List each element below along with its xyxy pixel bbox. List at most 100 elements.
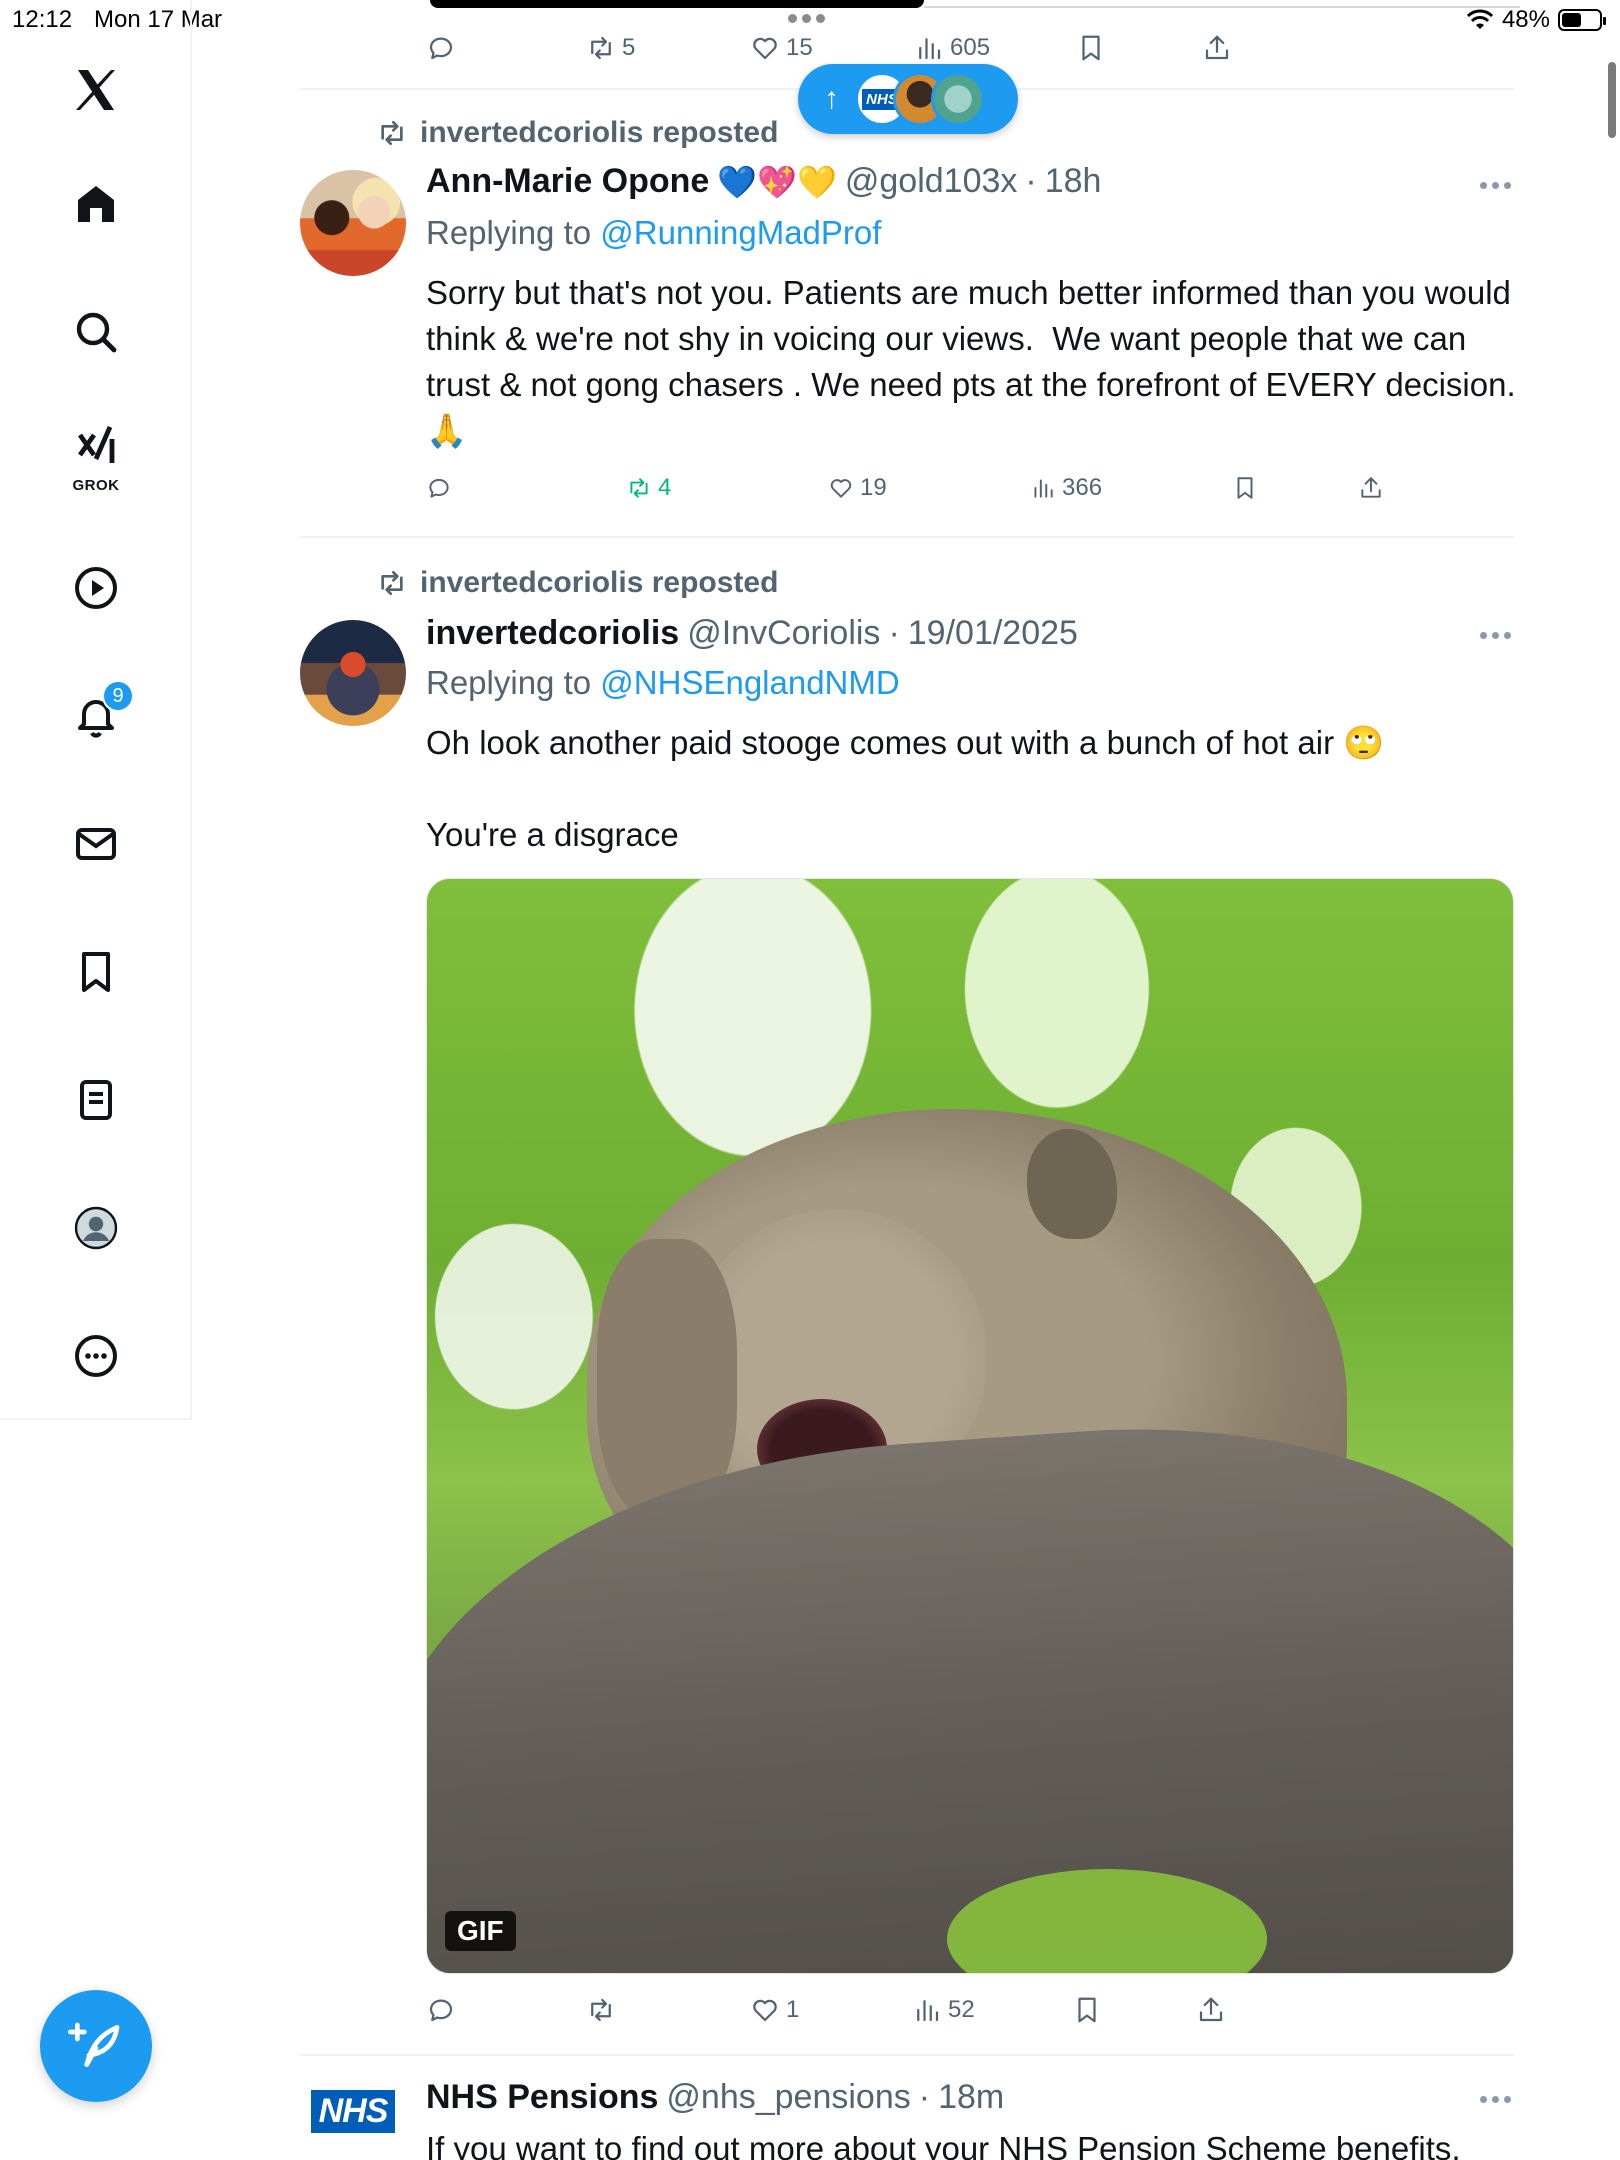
bookmark-button[interactable] — [1072, 1995, 1102, 2025]
home-icon[interactable] — [66, 174, 126, 234]
author-handle[interactable]: @gold103x — [845, 162, 1018, 201]
separator-dot: · — [918, 2078, 931, 2116]
repost-label: invertedcoriolis reposted — [420, 566, 779, 599]
replying-to: Replying to @RunningMadProf — [426, 214, 881, 252]
post-text: If you want to find out more about your … — [426, 2130, 1461, 2160]
bookmark-icon[interactable] — [66, 942, 126, 1002]
reply-button[interactable] — [426, 475, 452, 501]
replying-label: Replying to — [426, 664, 592, 701]
nhs-logo: NHS — [310, 2090, 396, 2133]
compose-plus-icon — [68, 2022, 120, 2067]
more-options-icon[interactable] — [1480, 2096, 1511, 2103]
views-count: 52 — [948, 1996, 975, 2023]
list-icon[interactable] — [66, 1070, 126, 1130]
post-time[interactable]: 19/01/2025 — [908, 614, 1078, 653]
like-count: 15 — [786, 34, 813, 61]
more-icon[interactable] — [66, 1326, 126, 1386]
repost-label: invertedcoriolis reposted — [420, 116, 779, 149]
repost-indicator: invertedcoriolis reposted — [376, 566, 778, 600]
share-button[interactable] — [1202, 33, 1232, 63]
pill-avatar — [931, 72, 985, 126]
avatar[interactable]: NHS — [300, 2080, 406, 2160]
share-icon — [1205, 35, 1229, 60]
more-options-icon[interactable] — [1480, 632, 1511, 639]
gif-media[interactable]: GIF — [426, 878, 1514, 1974]
previous-post-media-edge — [430, 0, 924, 8]
bookmark-button[interactable] — [1076, 33, 1106, 63]
author-handle[interactable]: @InvCoriolis — [687, 614, 880, 653]
views-button[interactable]: 605 — [914, 33, 990, 63]
bookmark-icon — [1082, 35, 1100, 61]
views-icon — [1034, 479, 1053, 498]
grok-icon[interactable]: GROK — [66, 424, 126, 494]
heart-icon — [753, 37, 777, 60]
like-count: 1 — [786, 1996, 800, 2023]
reply-button[interactable] — [426, 33, 456, 63]
like-button[interactable]: 15 — [750, 33, 813, 63]
like-button[interactable]: 19 — [828, 474, 887, 502]
author-name[interactable]: Ann-Marie Opone — [426, 162, 709, 201]
name-emojis: 💙💖💛 — [717, 163, 837, 200]
battery-percent: 48% — [1501, 6, 1550, 33]
post-text: Sorry but that's not you. Patients are m… — [426, 274, 1534, 449]
separator-dot: · — [1025, 162, 1037, 200]
mail-icon[interactable] — [66, 814, 126, 874]
bookmark-button[interactable] — [1232, 475, 1258, 501]
share-icon — [1199, 1997, 1223, 2022]
more-options-icon[interactable] — [1480, 182, 1511, 189]
avatar[interactable] — [300, 170, 406, 276]
post-time[interactable]: 18m — [938, 2078, 1004, 2117]
views-count: 366 — [1062, 474, 1103, 501]
search-icon[interactable] — [66, 302, 126, 362]
retweet-icon — [381, 121, 403, 145]
retweet-count: 4 — [658, 474, 672, 501]
views-button[interactable]: 52 — [912, 1995, 975, 2025]
views-icon — [919, 38, 941, 60]
author-name[interactable]: NHS Pensions — [426, 2078, 658, 2117]
heart-icon — [830, 479, 852, 498]
author-handle[interactable]: @nhs_pensions — [666, 2078, 910, 2117]
reply-button[interactable] — [426, 1995, 456, 2025]
scrollbar[interactable] — [1608, 62, 1616, 138]
gif-badge: GIF — [445, 1911, 516, 1951]
post-actions: 1 52 — [426, 1990, 1246, 2030]
heart-icon — [753, 1999, 777, 2022]
replying-to: Replying to @NHSEnglandNMD — [426, 664, 900, 702]
reply-icon — [429, 1999, 453, 2022]
new-posts-pill[interactable]: ↑ NHS — [798, 64, 1018, 134]
retweet-button[interactable]: 4 — [626, 474, 671, 502]
post-header: Ann-Marie Opone 💙💖💛 @gold103x · 18h — [426, 162, 1101, 201]
retweet-button[interactable]: 5 — [586, 33, 635, 63]
compose-button[interactable] — [40, 1990, 152, 2102]
multitask-handle[interactable] — [788, 14, 825, 23]
wifi-icon — [1466, 9, 1494, 29]
media-branch — [427, 1397, 1513, 1973]
share-button[interactable] — [1358, 475, 1384, 501]
retweet-icon — [591, 36, 611, 60]
previous-post-actions: 5 15 605 — [426, 28, 1246, 68]
profile-icon[interactable] — [66, 1198, 126, 1258]
retweet-button[interactable] — [586, 1995, 616, 2025]
play-icon[interactable] — [66, 558, 126, 618]
post-header: NHS Pensions @nhs_pensions · 18m — [426, 2078, 1004, 2117]
repost-indicator: invertedcoriolis reposted — [376, 116, 778, 150]
post-time[interactable]: 18h — [1045, 162, 1102, 201]
grok-label: GROK — [72, 477, 120, 494]
views-icon — [917, 2000, 939, 2022]
replying-handle[interactable]: @NHSEnglandNMD — [600, 664, 899, 701]
reply-icon — [429, 478, 449, 498]
share-icon — [1361, 477, 1381, 498]
avatar[interactable] — [300, 620, 406, 726]
like-button[interactable]: 1 — [750, 1995, 799, 2025]
bell-icon[interactable]: 9 — [66, 680, 134, 746]
views-button[interactable]: 366 — [1030, 474, 1102, 502]
replying-handle[interactable]: @RunningMadProf — [600, 214, 881, 251]
x-logo-icon[interactable] — [66, 60, 126, 120]
share-button[interactable] — [1196, 1995, 1226, 2025]
post-header: invertedcoriolis @InvCoriolis · 19/01/20… — [426, 614, 1078, 653]
post-text: Oh look another paid stooge comes out wi… — [426, 724, 1385, 853]
post-divider — [300, 536, 1514, 538]
retweet-icon — [591, 1998, 611, 2022]
author-name[interactable]: invertedcoriolis — [426, 614, 679, 653]
battery-icon — [1558, 9, 1606, 31]
